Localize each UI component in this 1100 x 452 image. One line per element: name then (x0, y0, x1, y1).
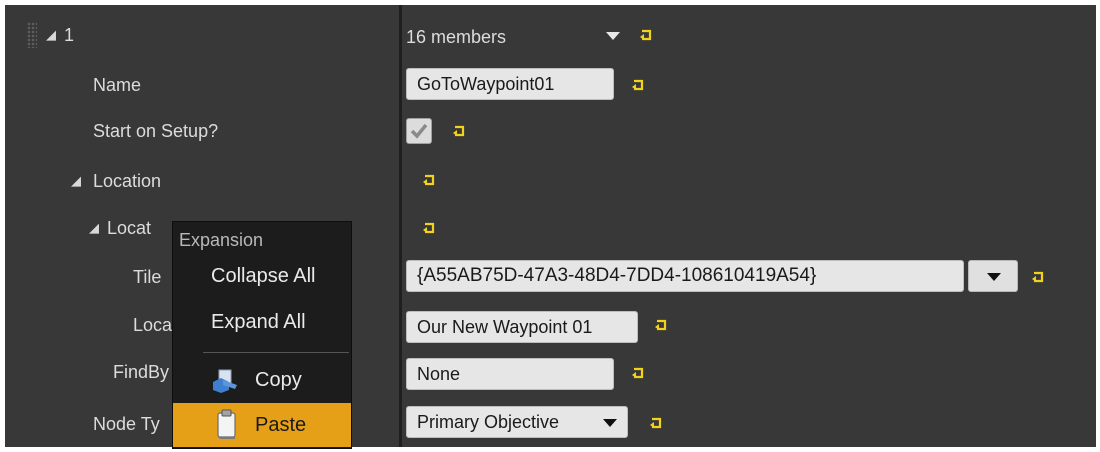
findby-field[interactable]: None (406, 358, 614, 390)
node-type-value: Primary Objective (417, 412, 560, 432)
root-row-label: 1 (64, 25, 75, 45)
property-label-start-on-setup: Start on Setup? (93, 121, 219, 141)
waypoint-name-field[interactable]: Our New Waypoint 01 (406, 311, 638, 343)
expand-triangle-icon[interactable]: ◢ (46, 24, 56, 46)
start-on-setup-checkbox[interactable] (406, 118, 432, 144)
menu-item-label: Expand All (211, 311, 306, 333)
checkmark-icon (410, 123, 428, 139)
menu-section-header: Expansion (179, 230, 264, 250)
property-label-name: Name (93, 75, 142, 95)
property-label-node-type: Node Ty (93, 414, 160, 434)
menu-item-label: Collapse All (211, 265, 316, 287)
menu-item-label: Paste (255, 414, 307, 436)
tile-guid-field[interactable]: {A55AB75D-47A3-48D4-7DD4-108610419A54} (406, 260, 964, 292)
reset-to-default-icon[interactable] (632, 366, 646, 380)
node-type-dropdown[interactable]: Primary Objective (406, 406, 628, 438)
paste-icon (215, 409, 239, 446)
menu-item-copy[interactable]: Copy (173, 360, 351, 400)
copy-icon (211, 368, 241, 399)
property-label-location-sub: Locat (107, 218, 152, 238)
expand-triangle-icon[interactable]: ◢ (89, 217, 99, 239)
menu-separator (203, 352, 349, 353)
menu-item-label: Copy (255, 369, 302, 391)
reset-to-default-icon[interactable] (655, 318, 669, 332)
reset-to-default-icon[interactable] (1032, 270, 1046, 284)
property-label-findby: FindBy (113, 362, 170, 382)
reset-to-default-icon[interactable] (640, 28, 654, 42)
members-count[interactable]: 16 members (406, 26, 506, 48)
property-label-loca: Loca (133, 315, 173, 335)
chevron-down-icon (603, 419, 617, 427)
chevron-down-icon (987, 273, 1001, 281)
drag-handle[interactable] (27, 22, 37, 48)
menu-item-paste[interactable]: Paste (173, 403, 351, 447)
menu-item-expand-all[interactable]: Expand All (173, 302, 351, 342)
reset-to-default-icon[interactable] (453, 124, 467, 138)
chevron-down-icon[interactable] (606, 32, 620, 40)
reset-to-default-icon[interactable] (650, 416, 664, 430)
property-label-tile: Tile (133, 267, 162, 287)
reset-to-default-icon[interactable] (632, 78, 646, 92)
column-divider[interactable] (399, 5, 402, 447)
reset-to-default-icon[interactable] (423, 221, 437, 235)
reset-to-default-icon[interactable] (423, 173, 437, 187)
property-label-location: Location (93, 171, 162, 191)
tile-dropdown-button[interactable] (968, 260, 1018, 292)
context-menu: Expansion Collapse All Expand All Copy P… (172, 221, 352, 449)
expand-triangle-icon[interactable]: ◢ (71, 170, 81, 192)
name-field[interactable]: GoToWaypoint01 (406, 68, 614, 100)
menu-item-collapse-all[interactable]: Collapse All (173, 256, 351, 296)
